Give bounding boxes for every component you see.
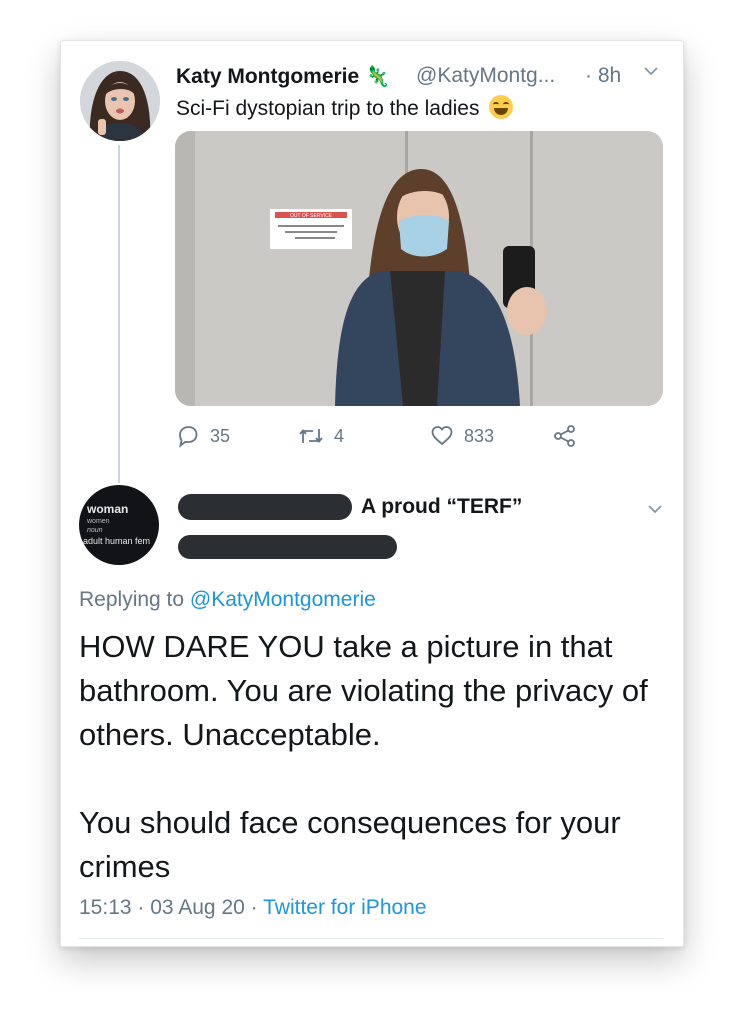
author-name[interactable]: Katy Montgomerie 🦎	[176, 64, 390, 89]
heart-icon[interactable]	[430, 424, 454, 448]
reply-body-paragraph-2: You should face consequences for your cr…	[79, 805, 621, 884]
tweet-text-content: Sci-Fi dystopian trip to the ladies	[176, 97, 480, 120]
reply-author-avatar[interactable]: woman women noun adult human fem	[79, 485, 159, 565]
client-link[interactable]: Twitter for iPhone	[263, 896, 426, 919]
retweet-icon[interactable]	[298, 424, 324, 448]
avatar-word-plural: women	[87, 518, 110, 525]
replying-to-line: Replying to @KatyMontgomerie	[79, 588, 376, 612]
avatar-word-title: woman	[87, 502, 129, 516]
tweet-text: Sci-Fi dystopian trip to the ladies	[176, 95, 514, 121]
like-action[interactable]: 833	[430, 424, 494, 448]
share-icon[interactable]	[552, 424, 578, 448]
reply-body: HOW DARE YOU take a picture in that bath…	[79, 625, 659, 889]
reply-action[interactable]: 35	[176, 424, 230, 448]
time-separator: ·	[585, 64, 592, 87]
divider	[79, 938, 663, 939]
tweet-action-bar: 35 4 833	[176, 424, 596, 452]
chevron-down-icon[interactable]	[646, 500, 664, 523]
reply-body-paragraph-1: HOW DARE YOU take a picture in that bath…	[79, 629, 648, 752]
retweet-action[interactable]: 4	[298, 424, 344, 448]
author-handle[interactable]: @KatyMontg...	[416, 64, 555, 88]
meta-separator: ·	[250, 896, 258, 919]
avatar-word-definition: adult human fem	[83, 536, 151, 546]
reply-timestamp[interactable]: 15:13 · 03 Aug 20	[79, 896, 245, 919]
like-count: 833	[464, 425, 495, 446]
redacted-display-name	[178, 494, 352, 520]
author-name-text[interactable]: Katy Montgomerie	[176, 65, 359, 88]
reply-meta: 15:13 · 03 Aug 20 · Twitter for iPhone	[79, 896, 427, 920]
chevron-down-icon[interactable]	[642, 62, 660, 85]
thread-connector-line	[118, 145, 120, 483]
reply-count: 35	[210, 425, 231, 446]
replying-handle-link[interactable]: @KatyMontgomerie	[190, 588, 376, 611]
author-avatar[interactable]	[80, 61, 160, 141]
reply-author-name-suffix[interactable]: A proud “TERF”	[361, 495, 522, 519]
lizard-icon: 🦎	[365, 66, 390, 88]
avatar-word-pos: noun	[87, 527, 103, 534]
tweet-age-value[interactable]: 8h	[598, 64, 621, 87]
replying-prefix: Replying to	[79, 588, 185, 611]
laughing-tears-emoji-icon	[489, 95, 514, 119]
redacted-handle	[178, 535, 397, 559]
retweet-count: 4	[334, 425, 345, 446]
share-action[interactable]	[552, 424, 578, 448]
tweet-age[interactable]: · 8h	[585, 64, 621, 88]
tweet-photo[interactable]: OUT OF SERVICE	[175, 131, 663, 406]
photo-sign-text: OUT OF SERVICE	[290, 213, 333, 219]
reply-icon[interactable]	[176, 424, 200, 448]
